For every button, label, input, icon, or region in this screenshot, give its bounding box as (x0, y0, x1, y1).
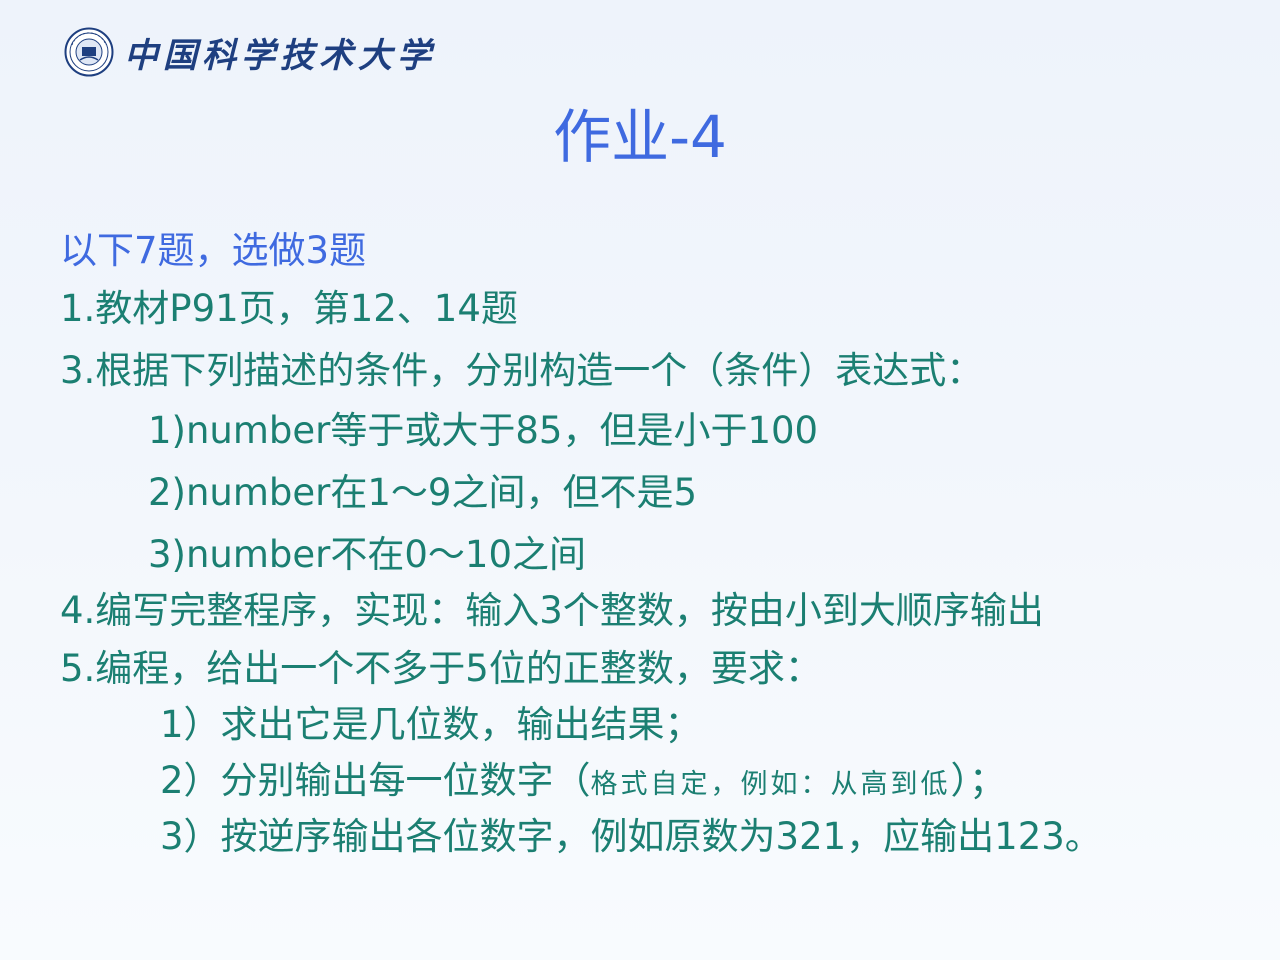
question-5-item-1: 1）求出它是几位数，输出结果； (160, 703, 702, 746)
question-5: 5.编程，给出一个不多于5位的正整数，要求： (60, 647, 822, 690)
question-5-item-2-note: 格式自定，例如：从高到低 (590, 769, 951, 800)
question-3: 3.根据下列描述的条件，分别构造一个（条件）表达式： (60, 349, 984, 392)
question-3-item-3: 3)number不在0～10之间 (148, 533, 587, 576)
university-name: 中国科学技术大学 (124, 35, 436, 76)
question-5-item-2: 2）分别输出每一位数字（格式自定，例如：从高到低）； (160, 756, 1006, 810)
question-3-item-1: 1)number等于或大于85，但是小于100 (148, 409, 819, 452)
university-seal-icon (64, 27, 114, 77)
question-1: 1.教材P91页，第12、14题 (60, 287, 518, 330)
assignment-intro: 以下7题，选做3题 (60, 229, 367, 272)
question-5-item-2-suffix: ）； (950, 759, 1007, 802)
slide-title: 作业-4 (553, 103, 727, 171)
question-3-item-2: 2)number在1～9之间，但不是5 (148, 471, 698, 514)
university-logo: 中国科学技术大学 (64, 26, 436, 78)
question-5-item-2-text: 2）分别输出每一位数字（ (160, 759, 591, 802)
question-4: 4.编写完整程序，实现：输入3个整数，按由小到大顺序输出 (60, 589, 1044, 632)
question-5-item-3: 3）按逆序输出各位数字，例如原数为321，应输出123。 (160, 815, 1102, 858)
